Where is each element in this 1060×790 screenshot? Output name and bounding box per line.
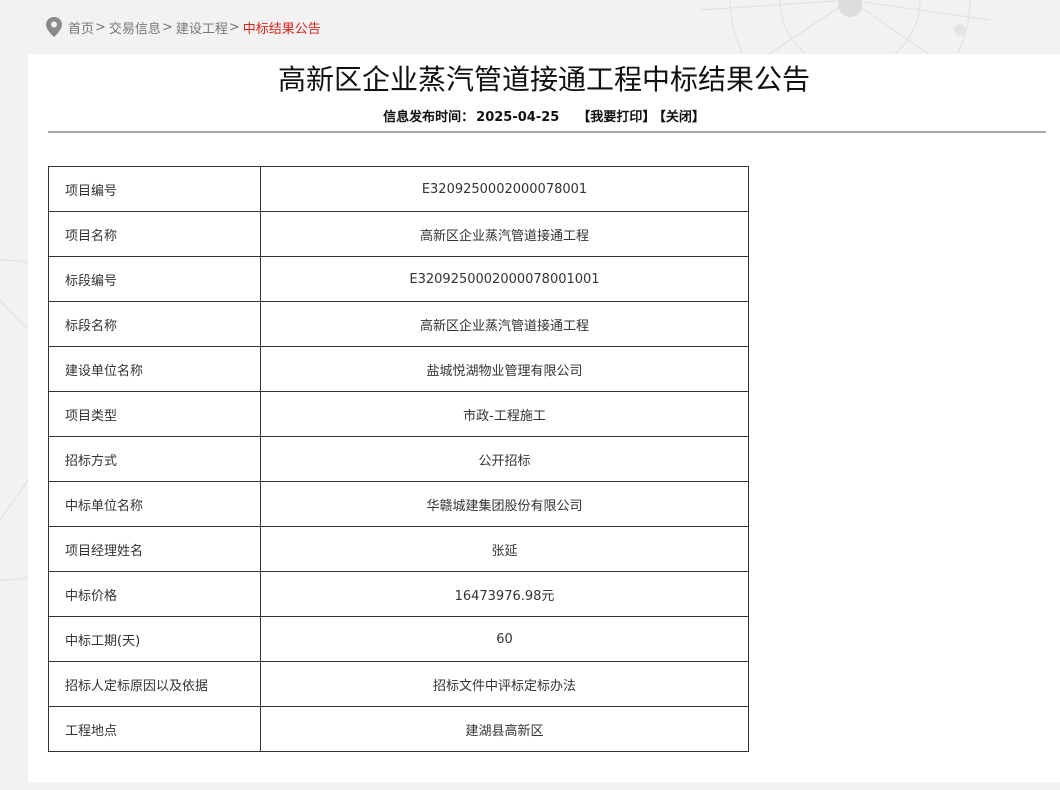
table-row: 招标方式 公开招标	[48, 436, 749, 482]
close-button[interactable]: 【关闭】	[659, 110, 705, 125]
row-label: 标段编号	[48, 256, 261, 302]
row-label: 项目类型	[48, 391, 261, 437]
table-row: 招标人定标原因以及依据 招标文件中评标定标办法	[48, 661, 749, 707]
table-row: 项目经理姓名 张延	[48, 526, 749, 572]
page-title: 高新区企业蒸汽管道接通工程中标结果公告	[277, 63, 810, 96]
location-pin-icon	[46, 17, 62, 37]
row-value: 60	[260, 616, 749, 662]
row-label: 中标单位名称	[48, 481, 261, 527]
title-divider	[48, 131, 1046, 133]
row-label: 工程地点	[48, 706, 261, 752]
breadcrumb-separator: >	[161, 19, 173, 35]
publish-info: 信息发布时间： 2025-04-25 【我要打印】 【关闭】	[28, 108, 1060, 128]
table-row: 中标价格 16473976.98元	[48, 571, 749, 617]
breadcrumb-current: 中标结果公告	[242, 21, 321, 37]
table-row: 标段编号 E3209250002000078001001	[48, 256, 749, 302]
row-value: 招标文件中评标定标办法	[260, 661, 749, 707]
result-table: 项目编号 E3209250002000078001 项目名称 高新区企业蒸汽管道…	[48, 166, 749, 752]
row-label: 项目编号	[48, 166, 261, 212]
row-value: 16473976.98元	[260, 571, 749, 617]
row-label: 中标工期(天)	[48, 616, 261, 662]
notice-content: 高新区企业蒸汽管道接通工程中标结果公告 信息发布时间： 2025-04-25 【我要…	[28, 54, 1060, 782]
row-label: 招标方式	[48, 436, 261, 482]
breadcrumb-home[interactable]: 首页	[68, 18, 94, 37]
row-label: 中标价格	[48, 571, 261, 617]
publish-label: 信息发布时间：	[383, 110, 475, 125]
row-value: 高新区企业蒸汽管道接通工程	[260, 211, 749, 257]
row-label: 项目经理姓名	[48, 526, 261, 572]
row-value: 华赣城建集团股份有限公司	[260, 481, 749, 527]
row-value: E3209250002000078001	[260, 166, 749, 212]
row-value: 公开招标	[260, 436, 749, 482]
table-row: 工程地点 建湖县高新区	[48, 706, 749, 752]
table-row: 中标单位名称 华赣城建集团股份有限公司	[48, 481, 749, 527]
table-row: 项目名称 高新区企业蒸汽管道接通工程	[48, 211, 749, 257]
table-row: 标段名称 高新区企业蒸汽管道接通工程	[48, 301, 749, 347]
print-button[interactable]: 【我要打印】	[577, 110, 655, 125]
row-value: 盐城悦湖物业管理有限公司	[260, 346, 749, 392]
row-value: 建湖县高新区	[260, 706, 749, 752]
row-value: 市政-工程施工	[260, 391, 749, 437]
breadcrumb-construction[interactable]: 建设工程	[176, 18, 228, 37]
breadcrumb: 首页 > 交易信息 > 建设工程 > 中标结果公告	[46, 16, 321, 38]
row-label: 招标人定标原因以及依据	[48, 661, 261, 707]
table-row: 建设单位名称 盐城悦湖物业管理有限公司	[48, 346, 749, 392]
breadcrumb-separator: >	[228, 19, 240, 35]
table-row: 中标工期(天) 60	[48, 616, 749, 662]
row-value: 高新区企业蒸汽管道接通工程	[260, 301, 749, 347]
breadcrumb-separator: >	[95, 19, 106, 35]
row-label: 建设单位名称	[48, 346, 261, 392]
table-row: 项目编号 E3209250002000078001	[48, 166, 749, 212]
publish-date: 2025-04-25	[476, 110, 560, 125]
row-label: 标段名称	[48, 301, 261, 347]
breadcrumb-trade-info[interactable]: 交易信息	[109, 18, 161, 37]
table-row: 项目类型 市政-工程施工	[48, 391, 749, 437]
row-label: 项目名称	[48, 211, 261, 257]
row-value: E3209250002000078001001	[260, 256, 749, 302]
row-value: 张延	[260, 526, 749, 572]
